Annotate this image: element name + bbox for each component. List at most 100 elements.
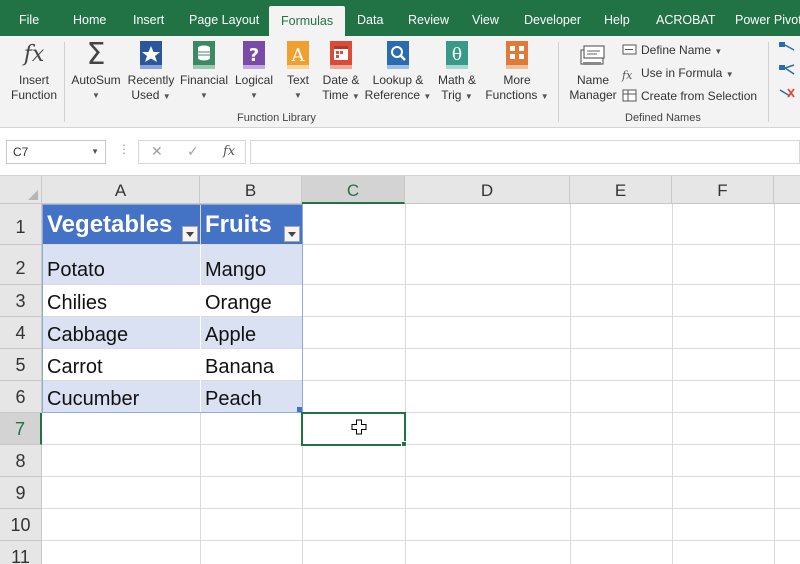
- tab-power-pivot[interactable]: Power Pivot: [735, 0, 800, 36]
- formula-bar-grip-icon[interactable]: ⋮: [118, 142, 130, 156]
- svg-text:A: A: [291, 45, 306, 66]
- formula-bar: C7 ▼ ⋮ ✕ ✓ fx: [0, 128, 800, 176]
- gridline: [42, 508, 800, 509]
- lookup-reference-button[interactable]: Lookup & Reference ▼: [364, 40, 432, 104]
- spreadsheet-grid[interactable]: A B C D E F 1 2 3 4 5 6 7 8 9 10 11 Vege…: [0, 176, 800, 564]
- question-book-icon: ?: [240, 40, 268, 70]
- more-functions-icon: [503, 40, 531, 70]
- defined-names-group-label: Defined Names: [625, 112, 701, 124]
- gridline: [42, 476, 800, 477]
- column-header-f[interactable]: F: [672, 176, 774, 204]
- row-header-7[interactable]: 7: [0, 413, 42, 445]
- trace-dependents-icon[interactable]: [778, 63, 796, 83]
- tab-review[interactable]: Review: [408, 0, 449, 36]
- tag-icon: [622, 42, 637, 55]
- date-time-button[interactable]: Date & Time ▼: [318, 40, 364, 104]
- text-book-icon: A: [284, 40, 312, 70]
- gridline: [570, 204, 571, 564]
- insert-function-icon[interactable]: fx: [223, 144, 235, 159]
- table-outline: [42, 204, 303, 413]
- gridline: [42, 540, 800, 541]
- svg-text:θ: θ: [452, 45, 462, 65]
- row-header-2[interactable]: 2: [0, 245, 42, 285]
- function-small-icon: fx: [622, 69, 633, 82]
- define-name-button[interactable]: Define Name ▼: [622, 40, 722, 60]
- financial-button[interactable]: Financial ▼: [178, 40, 230, 103]
- remove-arrows-icon[interactable]: [778, 86, 796, 106]
- column-header-b[interactable]: B: [200, 176, 302, 204]
- gridline: [774, 204, 775, 564]
- cancel-icon[interactable]: ✕: [151, 143, 163, 160]
- math-trig-button[interactable]: θ Math & Trig ▼: [434, 40, 480, 104]
- chevron-down-icon: ▼: [162, 92, 171, 101]
- tab-view[interactable]: View: [472, 0, 499, 36]
- tab-file[interactable]: File: [19, 0, 39, 36]
- chevron-down-icon: ▼: [540, 92, 549, 101]
- ribbon-tab-bar: File Home Insert Page Layout Formulas Da…: [0, 0, 800, 36]
- row-header-3[interactable]: 3: [0, 285, 42, 317]
- ribbon-separator: [64, 42, 65, 122]
- lookup-icon: [384, 40, 412, 70]
- formula-input[interactable]: [250, 140, 800, 164]
- column-header-c[interactable]: C: [302, 176, 405, 204]
- sigma-icon: Σ: [86, 37, 106, 72]
- financial-icon: [190, 40, 218, 70]
- name-manager-icon: [579, 40, 607, 70]
- tab-insert[interactable]: Insert: [133, 0, 164, 36]
- grid-selection-icon: [622, 88, 637, 102]
- chevron-down-icon[interactable]: ▼: [91, 141, 99, 163]
- gridline: [405, 204, 406, 564]
- row-header-11[interactable]: 11: [0, 541, 42, 564]
- column-header-e[interactable]: E: [570, 176, 672, 204]
- use-in-formula-button[interactable]: fx Use in Formula ▼: [622, 63, 734, 83]
- tab-formulas[interactable]: Formulas: [269, 6, 346, 36]
- row-header-9[interactable]: 9: [0, 477, 42, 509]
- enter-icon[interactable]: ✓: [187, 143, 199, 160]
- theta-book-icon: θ: [443, 40, 471, 70]
- tab-developer[interactable]: Developer: [524, 0, 581, 36]
- star-book-icon: [137, 40, 165, 70]
- chevron-down-icon: ▼: [200, 91, 208, 100]
- tab-home[interactable]: Home: [73, 0, 106, 36]
- more-functions-button[interactable]: More Functions ▼: [482, 40, 552, 104]
- insert-function-button[interactable]: fx Insert Function: [8, 40, 60, 103]
- trace-precedents-icon[interactable]: [778, 40, 796, 60]
- cell-select-cursor-icon: [351, 419, 367, 435]
- calendar-icon: [327, 40, 355, 70]
- autosum-button[interactable]: Σ AutoSum ▼: [68, 40, 124, 103]
- tab-data[interactable]: Data: [357, 0, 383, 36]
- formula-buttons: ✕ ✓ fx: [138, 140, 246, 164]
- row-header-1[interactable]: 1: [0, 204, 42, 245]
- chevron-down-icon: ▼: [464, 92, 473, 101]
- chevron-down-icon: ▼: [423, 92, 432, 101]
- tab-help[interactable]: Help: [604, 0, 630, 36]
- recently-used-button[interactable]: Recently Used ▼: [124, 40, 178, 104]
- row-header-10[interactable]: 10: [0, 509, 42, 541]
- gridline: [42, 444, 800, 445]
- tab-acrobat[interactable]: ACROBAT: [656, 0, 716, 36]
- chevron-down-icon: ▼: [92, 91, 100, 100]
- gridline: [672, 204, 673, 564]
- name-box[interactable]: C7 ▼: [6, 140, 106, 164]
- function-icon: fx: [23, 42, 45, 67]
- row-header-5[interactable]: 5: [0, 349, 42, 381]
- create-from-selection-button[interactable]: Create from Selection: [622, 86, 757, 106]
- row-header-4[interactable]: 4: [0, 317, 42, 349]
- select-all-button[interactable]: [0, 176, 42, 204]
- text-button[interactable]: A Text ▼: [280, 40, 316, 103]
- ribbon: fx Insert Function Σ AutoSum ▼ Recently …: [0, 36, 800, 128]
- tab-page-layout[interactable]: Page Layout: [189, 0, 259, 36]
- ribbon-separator: [768, 42, 769, 122]
- column-header-d[interactable]: D: [405, 176, 570, 204]
- name-manager-button[interactable]: Name Manager: [566, 40, 620, 103]
- ribbon-separator: [558, 42, 559, 122]
- fill-handle[interactable]: [401, 441, 407, 447]
- row-header-6[interactable]: 6: [0, 381, 42, 413]
- column-header-g[interactable]: [774, 176, 800, 204]
- svg-text:?: ?: [249, 45, 259, 66]
- chevron-down-icon: ▼: [294, 91, 302, 100]
- row-header-8[interactable]: 8: [0, 445, 42, 477]
- logical-button[interactable]: ? Logical ▼: [230, 40, 278, 103]
- chevron-down-icon: ▼: [351, 92, 360, 101]
- column-header-a[interactable]: A: [42, 176, 200, 204]
